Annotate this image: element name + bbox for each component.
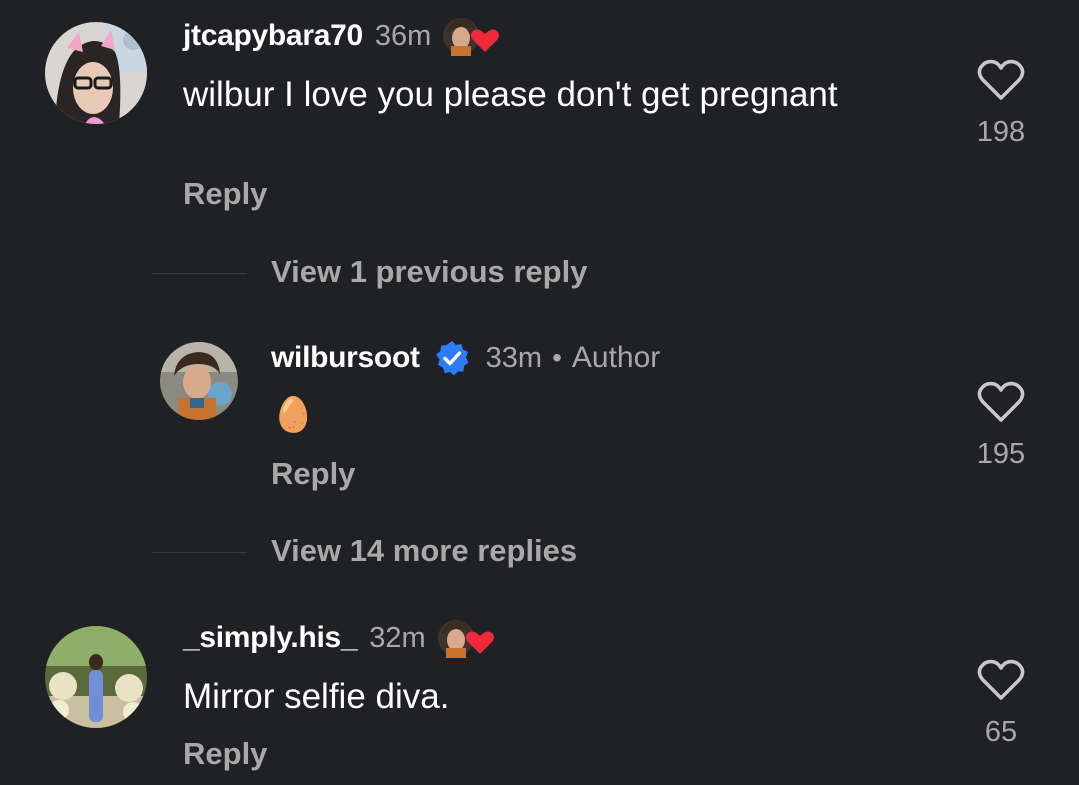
username[interactable]: wilbursoot [271,341,420,375]
author-liked-heart-icon [435,616,498,660]
view-previous-replies-button[interactable]: View 1 previous reply [271,254,587,290]
like-count: 65 [984,716,1018,748]
reply-button[interactable]: Reply [183,176,267,212]
author-liked-heart-icon [441,14,503,58]
heart-outline-icon[interactable] [976,380,1026,424]
comment-jtcapybara70: jtcapybara70 36m wilbur I love you pleas… [0,0,1079,230]
username[interactable]: _simply.his_ [183,621,358,655]
heart-outline-icon[interactable] [976,658,1026,702]
heart-outline-icon[interactable] [976,58,1026,102]
like-control: 195 [961,380,1041,471]
reply-button[interactable]: Reply [271,456,355,492]
comment-text: Mirror selfie diva. [183,677,450,716]
comment-header: jtcapybara70 36m [183,14,503,58]
thread-divider [152,552,247,553]
comment-header: wilbursoot 33m • Author [271,336,660,380]
thread-divider [152,273,247,274]
like-control: 65 [961,658,1041,749]
comment-text: wilbur I love you please don't get pregn… [183,75,838,114]
timestamp: 32m [369,621,426,654]
like-control: 198 [961,58,1041,149]
username[interactable]: jtcapybara70 [183,19,363,53]
avatar-simply-his[interactable] [45,626,147,728]
reply-button[interactable]: Reply [183,736,267,772]
comment-header: _simply.his_ 32m [183,616,498,660]
view-more-replies-button[interactable]: View 14 more replies [271,533,577,569]
verified-badge-icon [435,341,469,376]
comment-text: 🥚 [272,396,315,434]
reply-wilbursoot: wilbursoot 33m • Author 🥚 Reply 195 [0,330,1079,510]
like-count: 195 [976,438,1026,470]
author-label: Author [571,341,661,374]
avatar-wilbursoot[interactable] [160,342,238,420]
separator-dot: • [552,342,562,373]
timestamp: 36m [374,19,432,52]
comment-simply-his: _simply.his_ 32m Mirror selfie diva. Rep… [0,600,1079,785]
like-count: 198 [976,116,1026,148]
timestamp: 33m [485,341,543,374]
avatar-jtcapybara70[interactable] [45,22,147,124]
